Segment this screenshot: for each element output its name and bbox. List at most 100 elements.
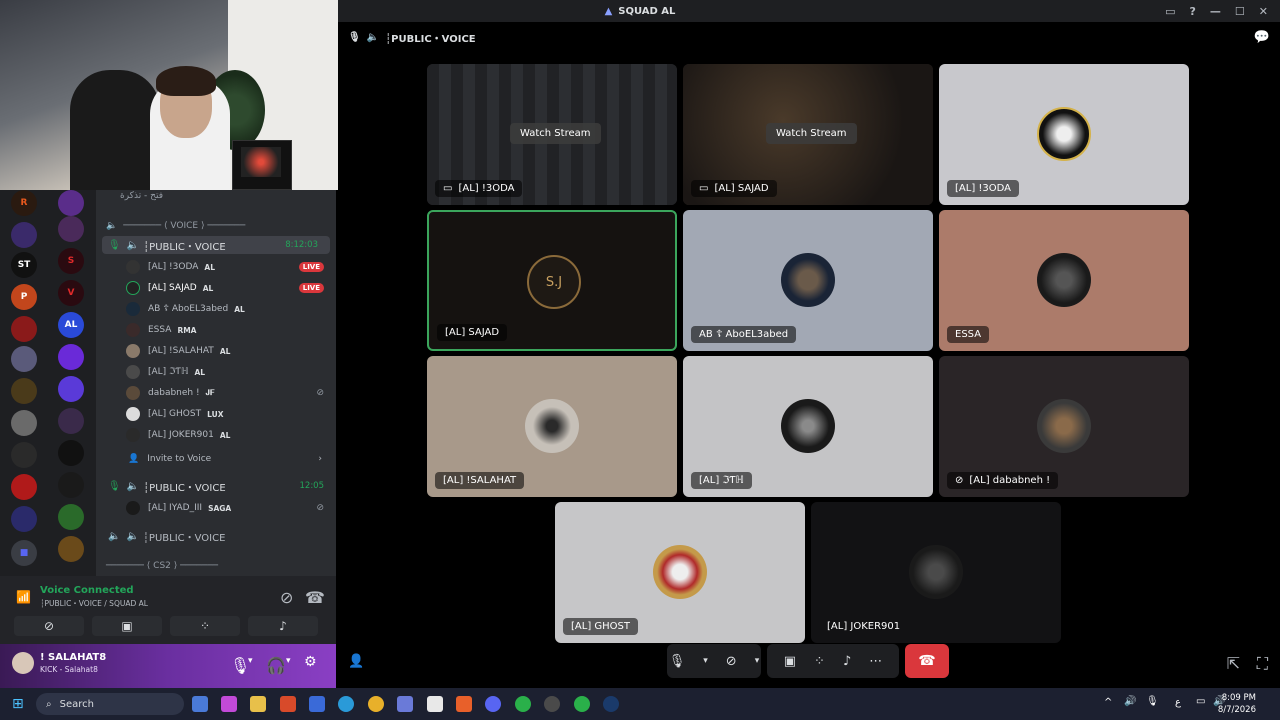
- stream-tile[interactable]: Watch Stream ▭ [AL] SAJAD: [683, 64, 933, 205]
- stream-tile[interactable]: Watch Stream ▭ [AL] !3ODA: [427, 64, 677, 205]
- server-icon-girl[interactable]: [11, 442, 37, 468]
- server-icon-mask[interactable]: [58, 216, 84, 242]
- minimize-button[interactable]: —: [1210, 5, 1221, 18]
- user-tile[interactable]: [AL] JOKER901: [811, 502, 1061, 643]
- store-icon[interactable]: [309, 696, 325, 712]
- user-tile[interactable]: [AL] GHOST: [555, 502, 805, 643]
- server-icon-tokyo[interactable]: [58, 440, 84, 466]
- headphones-icon[interactable]: 🎧: [266, 656, 286, 675]
- server-icon-folder[interactable]: ■: [11, 540, 37, 566]
- edge-icon[interactable]: [338, 696, 354, 712]
- server-icon-gun[interactable]: [58, 472, 84, 498]
- app-icon-3[interactable]: [280, 696, 296, 712]
- server-icon-green[interactable]: [58, 504, 84, 530]
- member-row[interactable]: [AL] JOKER901 AL: [96, 427, 336, 443]
- file-explorer-icon[interactable]: [250, 696, 266, 712]
- disconnect-button[interactable]: ☎: [905, 644, 949, 678]
- user-tile[interactable]: AB ☦ AboEL3abed: [683, 210, 933, 351]
- search-box[interactable]: ⌕ Search: [36, 693, 184, 715]
- cs2-category[interactable]: ─────── ⟨ CS2 ⟩ ───────: [96, 560, 336, 572]
- member-row[interactable]: [AL] ℑƬℍ AL: [96, 364, 336, 380]
- clock[interactable]: 8:09 PM 8/7/2026: [1218, 692, 1256, 716]
- steam-icon[interactable]: [603, 696, 619, 712]
- member-row[interactable]: [AL] SAJAD AL LIVE: [96, 280, 336, 296]
- help-icon[interactable]: ?: [1190, 5, 1196, 18]
- member-row[interactable]: dababneh ! 𝐉𝐅 ⊘: [96, 385, 336, 401]
- chevron-up-icon[interactable]: ^: [1104, 697, 1112, 708]
- server-icon-purple[interactable]: [58, 190, 84, 216]
- add-user-icon[interactable]: 👤: [348, 654, 364, 669]
- camera-off-icon[interactable]: ⊘: [726, 654, 737, 669]
- server-icon-r[interactable]: R: [11, 190, 37, 216]
- user-tile[interactable]: [AL] ℑƬℍ: [683, 356, 933, 497]
- member-row[interactable]: [AL] !3ODA AL LIVE: [96, 259, 336, 275]
- server-icon-ring[interactable]: [11, 506, 37, 532]
- server-icon-st[interactable]: ST: [11, 252, 37, 278]
- user-tile[interactable]: [AL] !3ODA: [939, 64, 1189, 205]
- fullscreen-icon[interactable]: ⛶: [1257, 654, 1268, 674]
- chevron-down-icon[interactable]: ▾: [286, 656, 291, 666]
- server-icon-al[interactable]: AL: [58, 312, 84, 338]
- avatar[interactable]: [12, 652, 34, 674]
- member-row[interactable]: ESSA RMA: [96, 322, 336, 338]
- server-icon-s[interactable]: S: [58, 248, 84, 274]
- chevron-down-icon[interactable]: ▾: [703, 656, 708, 666]
- server-icon-bow[interactable]: [11, 378, 37, 404]
- member-row[interactable]: [AL] GHOST LUX: [96, 406, 336, 422]
- windows-start-icon[interactable]: ⊞: [12, 696, 24, 712]
- server-icon-v[interactable]: V: [58, 280, 84, 306]
- server-icon-snake[interactable]: [58, 344, 84, 370]
- voice-channel-3[interactable]: 🔈 🔈 ┆PUBLIC・VOICE: [96, 528, 336, 544]
- discord-icon[interactable]: [485, 696, 501, 712]
- app-icon-2[interactable]: [221, 696, 237, 712]
- app-icon-4[interactable]: [397, 696, 413, 712]
- server-icon-p[interactable]: P: [11, 284, 37, 310]
- chrome-icon[interactable]: [368, 696, 384, 712]
- user-tile-speaking[interactable]: S.J [AL] SAJAD: [427, 210, 677, 351]
- disconnect-icon[interactable]: ☎: [305, 588, 325, 607]
- activities-button[interactable]: ⁘: [170, 616, 240, 636]
- gear-icon[interactable]: ⚙: [304, 654, 317, 670]
- app-icon-1[interactable]: [192, 696, 208, 712]
- user-tile[interactable]: [AL] !SALAHAT: [427, 356, 677, 497]
- soundboard-icon[interactable]: ♪: [843, 654, 851, 669]
- member-row[interactable]: AB ☦ AboEL3abed AL: [96, 301, 336, 317]
- noise-suppression-icon[interactable]: ⊘: [280, 588, 293, 607]
- close-button[interactable]: ✕: [1259, 5, 1268, 18]
- watch-stream-button[interactable]: Watch Stream: [766, 123, 857, 144]
- watch-stream-button[interactable]: Watch Stream: [510, 123, 601, 144]
- notepad-icon[interactable]: [427, 696, 443, 712]
- user-tile[interactable]: ⊘ [AL] dababneh !: [939, 356, 1189, 497]
- server-icon-face[interactable]: [11, 346, 37, 372]
- inbox-icon[interactable]: ▭: [1165, 5, 1175, 18]
- server-icon-gold[interactable]: [58, 536, 84, 562]
- volume-icon[interactable]: 🔊: [1124, 696, 1136, 707]
- maximize-button[interactable]: ☐: [1235, 5, 1245, 18]
- server-icon-dsq[interactable]: [11, 316, 37, 342]
- brave-icon[interactable]: [456, 696, 472, 712]
- soundboard-button[interactable]: ♪: [248, 616, 318, 636]
- language-indicator[interactable]: ع: [1175, 697, 1181, 708]
- server-icon-lightning[interactable]: [11, 222, 37, 248]
- voice-category[interactable]: 🔈 ─────── ⟨ VOICE ⟩ ───────: [96, 220, 336, 232]
- chevron-down-icon[interactable]: ▾: [755, 656, 760, 666]
- chat-icon[interactable]: 💬: [1254, 30, 1270, 45]
- activities-icon[interactable]: ⁘: [814, 654, 825, 669]
- mic-icon[interactable]: 🎙: [669, 654, 686, 669]
- voice-channel-2[interactable]: 🎙 🔈 ┆PUBLIC・VOICE 12:05: [96, 478, 336, 494]
- member-row[interactable]: [AL] !SALAHAT AL: [96, 343, 336, 359]
- chevron-down-icon[interactable]: ▾: [248, 656, 253, 666]
- more-icon[interactable]: ⋯: [869, 654, 882, 669]
- mic-icon[interactable]: 🎙: [1146, 696, 1159, 707]
- voice-channel-active[interactable]: 🎙 🔈 ┆PUBLIC・VOICE 8:12:03: [102, 236, 330, 254]
- camera-off-button[interactable]: ⊘: [14, 616, 84, 636]
- member-row[interactable]: [AL] IYAD_III SAGA ⊘: [96, 500, 336, 516]
- chrome-icon[interactable]: [515, 696, 531, 712]
- app-icon-5[interactable]: [544, 696, 560, 712]
- invite-to-voice[interactable]: 👤 Invite to Voice ›: [96, 452, 336, 466]
- screen-share-button[interactable]: ▣: [92, 616, 162, 636]
- screen-share-icon[interactable]: ▣: [784, 654, 796, 669]
- user-tile[interactable]: ESSA: [939, 210, 1189, 351]
- popout-icon[interactable]: ⇱: [1227, 654, 1240, 673]
- xbox-icon[interactable]: [574, 696, 590, 712]
